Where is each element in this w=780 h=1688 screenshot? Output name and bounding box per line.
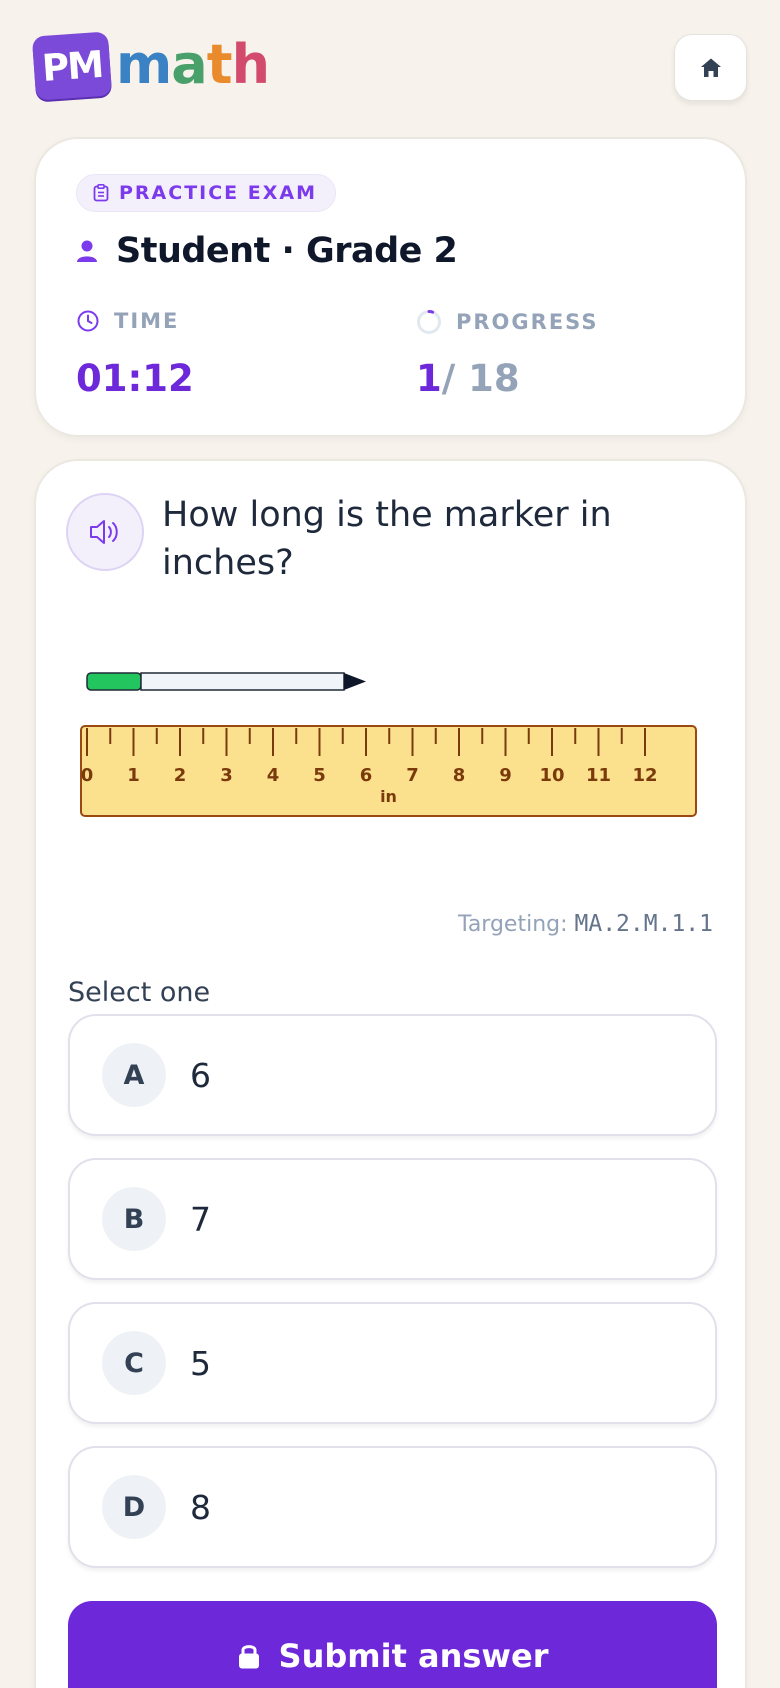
time-stat-label: TIME xyxy=(76,309,179,333)
exam-info-card: PRACTICE EXAM Student · Grade 2 TIME 01:… xyxy=(34,137,747,437)
select-one-label: Select one xyxy=(68,977,211,1008)
targeting-code: MA.2.M.1.1 xyxy=(574,911,713,937)
answer-option-c[interactable]: C 5 xyxy=(68,1302,717,1424)
student-name: Student · Grade 2 xyxy=(116,231,458,271)
marker-cap xyxy=(86,672,142,691)
ruler-tick-label: 7 xyxy=(406,765,419,786)
option-text: 6 xyxy=(190,1055,211,1095)
marker-tip xyxy=(344,673,366,690)
progress-ring-icon xyxy=(417,310,441,334)
ruler-tick-label: 1 xyxy=(127,765,140,786)
ruler-tick-label: 0 xyxy=(81,765,94,786)
home-button[interactable] xyxy=(674,34,747,101)
pm-math-logo[interactable]: PM math xyxy=(31,31,270,101)
question-card: How long is the marker in inches? 012345… xyxy=(34,459,747,1688)
app-header: PM math xyxy=(0,0,780,130)
option-letter: B xyxy=(102,1187,166,1251)
ruler-tick-label: 9 xyxy=(499,765,512,786)
marker-drawing xyxy=(86,672,366,691)
progress-label: PROGRESS xyxy=(456,310,599,334)
logo-letter: t xyxy=(206,33,233,96)
progress-current: 1 xyxy=(416,357,442,400)
option-text: 8 xyxy=(190,1487,211,1527)
answer-option-d[interactable]: D 8 xyxy=(68,1446,717,1568)
question-text: How long is the marker in inches? xyxy=(162,495,612,583)
marker-body xyxy=(140,672,345,691)
answer-option-a[interactable]: A 6 xyxy=(68,1014,717,1136)
ruler-tick-label: 10 xyxy=(539,765,564,786)
home-icon xyxy=(700,58,721,77)
option-letter: C xyxy=(102,1331,166,1395)
progress-total: / 18 xyxy=(441,357,520,400)
logo-letter: a xyxy=(171,33,207,96)
logo-letter: h xyxy=(231,33,270,96)
option-letter: D xyxy=(102,1475,166,1539)
ruler-tick-label: 2 xyxy=(174,765,187,786)
lock-icon xyxy=(238,1645,259,1669)
ruler-figure: 0 1 2 3 4 5 6 7 8 9 10 11 12 in xyxy=(80,672,697,817)
exam-type-label: PRACTICE EXAM xyxy=(119,182,318,204)
option-text: 5 xyxy=(190,1343,211,1383)
logo-wordmark: math xyxy=(116,38,270,92)
logo-letter: m xyxy=(116,33,172,96)
clock-icon xyxy=(77,310,99,332)
time-label: TIME xyxy=(114,309,180,333)
ruler-unit-label: in xyxy=(380,787,397,806)
ruler-tick-label: 3 xyxy=(220,765,233,786)
submit-label: Submit answer xyxy=(278,1637,549,1675)
speaker-icon xyxy=(90,520,118,544)
ruler-tick-label: 6 xyxy=(360,765,373,786)
ruler-tick-label: 8 xyxy=(453,765,466,786)
user-icon xyxy=(77,240,97,262)
ruler-tick-label: 12 xyxy=(632,765,657,786)
time-value: 01:12 xyxy=(76,357,194,400)
clipboard-icon xyxy=(93,184,109,202)
submit-answer-button[interactable]: Submit answer xyxy=(68,1601,717,1688)
read-aloud-button[interactable] xyxy=(66,493,144,571)
student-row: Student · Grade 2 xyxy=(76,231,458,271)
targeting-standard: Targeting: MA.2.M.1.1 xyxy=(458,911,713,937)
option-letter: A xyxy=(102,1043,166,1107)
progress-value: 1/ 18 xyxy=(416,357,520,400)
ruler-tick-label: 5 xyxy=(313,765,326,786)
progress-stat-label: PROGRESS xyxy=(416,309,598,335)
ruler-tick-label: 4 xyxy=(267,765,280,786)
option-text: 7 xyxy=(190,1199,211,1239)
answer-option-b[interactable]: B 7 xyxy=(68,1158,717,1280)
ruler-tick-label: 11 xyxy=(586,765,611,786)
targeting-label: Targeting: xyxy=(458,912,568,937)
practice-exam-badge: PRACTICE EXAM xyxy=(76,174,337,212)
logo-badge: PM xyxy=(31,31,113,101)
